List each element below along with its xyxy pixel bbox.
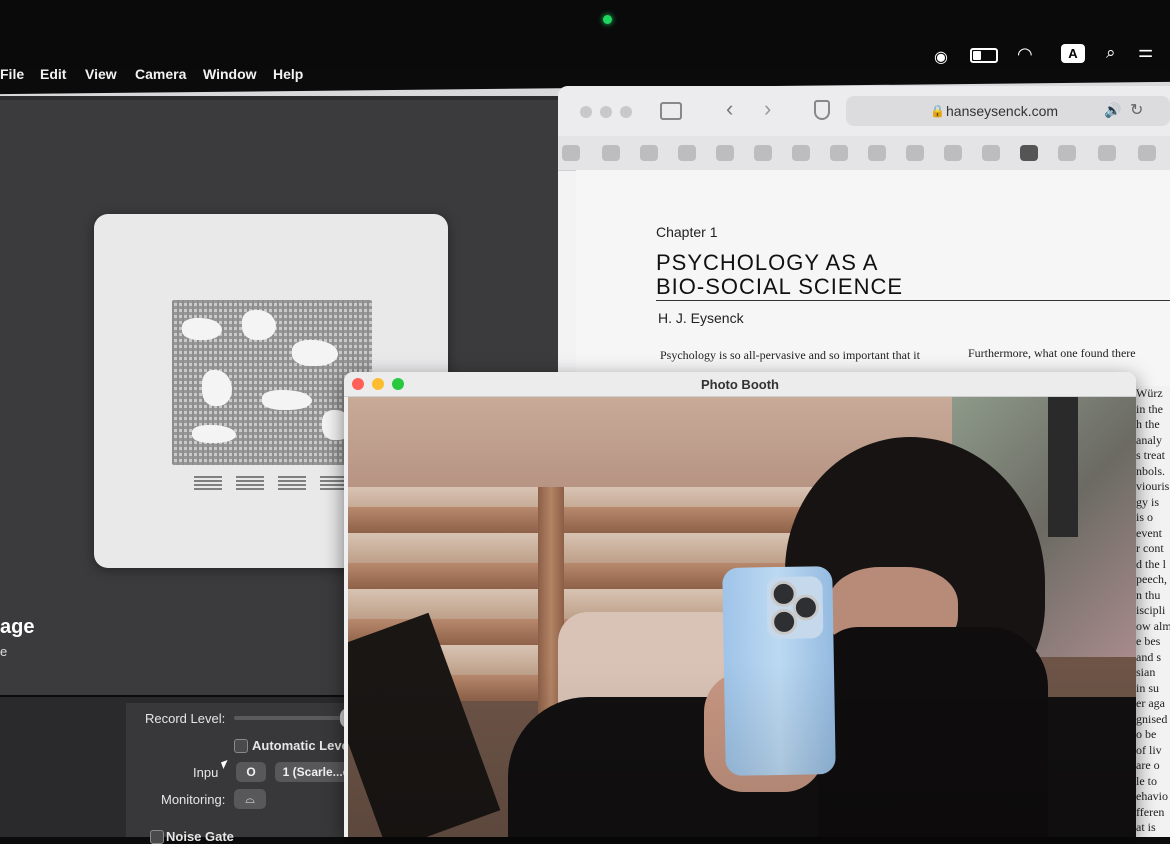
text-fragment: er aga (1136, 696, 1165, 710)
menu-help[interactable]: Help (273, 66, 303, 82)
automatic-level-checkbox[interactable] (234, 739, 248, 753)
audio-playing-icon[interactable]: 🔊 (1104, 102, 1121, 119)
body-text-right: Furthermore, what one found there (968, 346, 1136, 360)
qr-code-image (172, 300, 372, 465)
sidebar-toggle-icon[interactable] (660, 102, 682, 120)
text-fragment: gy is (1136, 494, 1160, 509)
battery-icon[interactable] (970, 48, 998, 63)
text-fragment: le to (1136, 773, 1157, 788)
forward-icon[interactable]: › (764, 96, 771, 122)
text-fragment: sian (1136, 665, 1156, 679)
favorite-icon[interactable] (944, 145, 962, 161)
control-center-icon[interactable]: ⚌ (1138, 42, 1153, 62)
favorite-icon[interactable] (678, 145, 696, 161)
menu-view[interactable]: View (85, 66, 117, 82)
menu-edit[interactable]: Edit (40, 66, 66, 82)
favorite-icon[interactable] (1020, 145, 1038, 161)
favorite-icon[interactable] (982, 145, 1000, 161)
favorite-icon[interactable] (906, 145, 924, 161)
window-title: Photo Booth (701, 377, 779, 392)
text-fragment: nbols. (1136, 463, 1166, 478)
menu-camera[interactable]: Camera (135, 66, 186, 82)
document-title-line-1: PSYCHOLOGY AS A (656, 250, 879, 275)
text-fragment: in su (1136, 680, 1160, 695)
camera-indicator-light (603, 15, 612, 24)
text-fragment: fferen (1136, 804, 1165, 819)
text-fragment: iscipli (1136, 603, 1166, 617)
minimize-button[interactable] (600, 106, 612, 118)
input-label: Inpu (193, 765, 219, 780)
text-fragment: d the l (1136, 556, 1166, 571)
favorites-bar (558, 136, 1170, 171)
browser-toolbar: ‹ › 🔒 hanseysenck.com 🔊 ↻ (558, 86, 1170, 137)
title-rule (656, 300, 1170, 301)
document-title-line-2: BIO-SOCIAL SCIENCE (656, 274, 904, 299)
favorite-icon[interactable] (792, 145, 810, 161)
headphones-icon: ⌓ (245, 792, 255, 806)
window-subtitle-fragment: e (0, 644, 8, 659)
text-fragment: ow alm (1136, 618, 1170, 633)
wifi-icon[interactable]: ◠ (1017, 44, 1033, 65)
browser-window: ‹ › 🔒 hanseysenck.com 🔊 ↻ Chapter 1 PSYC… (558, 86, 1170, 386)
favorite-icon[interactable] (562, 145, 580, 161)
text-fragment: peech, (1136, 572, 1167, 586)
text-fragment: are o (1136, 758, 1160, 772)
text-fragment: and s (1136, 649, 1161, 664)
favorite-icon[interactable] (602, 145, 620, 161)
monitoring-button[interactable]: ⌓ (234, 789, 266, 809)
document-right-column: Würz in the h the analy s treat nbols. viouris… (1136, 386, 1170, 837)
menu-window[interactable]: Window (203, 66, 257, 82)
record-icon[interactable]: ◉ (934, 47, 948, 67)
favorite-icon[interactable] (830, 145, 848, 161)
chapter-heading: Chapter 1 (656, 224, 718, 240)
input-source-icon[interactable]: A (1061, 44, 1085, 63)
text-fragment: Würz (1136, 386, 1163, 400)
record-level-slider[interactable] (234, 716, 349, 720)
back-icon[interactable]: ‹ (726, 96, 733, 122)
text-fragment: gnised (1136, 711, 1168, 726)
text-fragment: e bes (1136, 634, 1161, 648)
text-fragment: in the (1136, 401, 1163, 416)
lock-icon: 🔒 (930, 104, 945, 118)
menu-file[interactable]: File (0, 66, 24, 82)
favorite-icon[interactable] (716, 145, 734, 161)
favorite-icon[interactable] (1098, 145, 1116, 161)
text-fragment: h the (1136, 417, 1160, 431)
document-author: H. J. Eysenck (658, 310, 744, 326)
camera-preview (348, 397, 1136, 837)
input-channel-button[interactable]: O (236, 762, 266, 782)
noise-gate-checkbox[interactable] (150, 830, 164, 844)
privacy-shield-icon[interactable] (814, 100, 830, 120)
text-fragment: o be (1136, 727, 1157, 741)
window-title-fragment: age (0, 616, 35, 638)
zoom-button[interactable] (620, 106, 632, 118)
text-fragment: at is (1136, 820, 1156, 834)
monitoring-label: Monitoring: (161, 792, 226, 807)
photo-booth-titlebar: Photo Booth (344, 372, 1136, 397)
close-button[interactable] (580, 106, 592, 118)
record-level-label: Record Level: (145, 711, 226, 726)
text-fragment: n thu (1136, 587, 1161, 602)
qr-caption-lines (194, 476, 364, 494)
text-fragment: event (1136, 525, 1162, 540)
document-page: Chapter 1 PSYCHOLOGY AS A BIO-SOCIAL SCI… (576, 170, 1170, 386)
search-icon[interactable]: ⌕ (1106, 43, 1116, 63)
favorite-icon[interactable] (1138, 145, 1156, 161)
url-text[interactable]: hanseysenck.com (946, 103, 1058, 119)
text-fragment: is o (1136, 510, 1154, 524)
text-fragment: analy (1136, 432, 1162, 447)
favorite-icon[interactable] (640, 145, 658, 161)
text-fragment: r cont (1136, 541, 1164, 555)
photo-booth-window: Photo Booth (344, 372, 1136, 837)
body-text-left: Psychology is so all-pervasive and so im… (660, 348, 920, 362)
favorite-icon[interactable] (868, 145, 886, 161)
favorite-icon[interactable] (754, 145, 772, 161)
address-bar[interactable]: 🔒 hanseysenck.com 🔊 ↻ (846, 96, 1170, 126)
reload-icon[interactable]: ↻ (1130, 100, 1143, 120)
text-fragment: s treat (1136, 448, 1165, 462)
text-fragment: viouris (1136, 479, 1170, 493)
text-fragment: ehavio (1136, 789, 1168, 803)
text-fragment: of liv (1136, 742, 1162, 757)
favorite-icon[interactable] (1058, 145, 1076, 161)
